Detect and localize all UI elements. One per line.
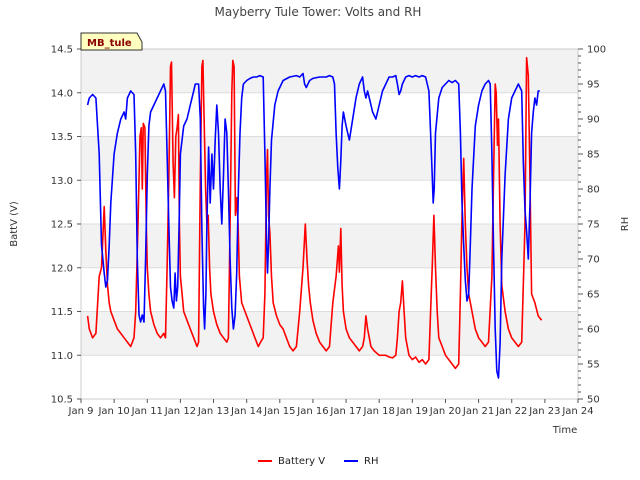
y-left-tick-label: 14.5	[51, 45, 73, 56]
y-right-tick-label: 90	[587, 115, 600, 126]
y-right-tick-label: 80	[587, 185, 600, 196]
y-right-tick-label: 85	[587, 150, 600, 161]
y-left-tick-label: 11.0	[51, 351, 73, 362]
y-right-tick-label: 100	[587, 45, 606, 56]
x-tick-label: Jan 10	[97, 406, 129, 417]
y-left-tick-label: 14.0	[51, 88, 73, 99]
y-axis-left-title: BattV (V)	[9, 201, 20, 247]
x-tick-label: Jan 12	[164, 406, 196, 417]
x-tick-label: Jan 19	[396, 406, 428, 417]
y-left-tick-label: 13.5	[51, 132, 73, 143]
x-tick-label: Jan 14	[230, 406, 262, 417]
legend-label-battery: Battery V	[278, 456, 325, 467]
y-right-tick-label: 70	[587, 255, 600, 266]
x-tick-label: Jan 15	[263, 406, 295, 417]
legend-label-rh: RH	[364, 456, 378, 467]
chart-title: Mayberry Tule Tower: Volts and RH	[215, 5, 422, 19]
x-tick-label: Jan 24	[561, 406, 593, 417]
site-label-box: MB_tule	[80, 32, 143, 51]
x-tick-label: Jan 11	[131, 406, 163, 417]
y-right-tick-label: 60	[587, 325, 600, 336]
plot-band	[81, 311, 578, 356]
x-tick-label: Jan 16	[296, 406, 328, 417]
x-tick-label: Jan 20	[429, 406, 461, 417]
x-tick-label: Jan 21	[462, 406, 494, 417]
site-label: MB_tule	[87, 38, 132, 49]
x-axis-title: Time	[552, 425, 577, 436]
y-left-tick-label: 12.0	[51, 263, 73, 274]
plot-band	[81, 49, 578, 93]
y-right-tick-label: 75	[587, 220, 600, 231]
y-left-tick-label: 13.0	[51, 176, 73, 187]
x-tick-label: Jan 9	[68, 406, 94, 417]
plot-band	[81, 136, 578, 181]
x-tick-label: Jan 18	[363, 406, 395, 417]
y-left-tick-label: 12.5	[51, 220, 73, 231]
y-right-tick-label: 65	[587, 290, 600, 301]
y-right-tick-label: 50	[587, 395, 600, 406]
x-tick-label: Jan 17	[329, 406, 361, 417]
y-right-tick-label: 55	[587, 360, 600, 371]
y-axis-right-title: RH	[620, 217, 631, 231]
x-tick-label: Jan 22	[495, 406, 527, 417]
chart: Jan 9 Jan 10 Jan 11 Jan 12 Jan 13 Jan 14 Jan 1…	[0, 0, 640, 480]
y-left-tick-label: 11.5	[51, 307, 73, 318]
x-tick-label: Jan 23	[528, 406, 560, 417]
x-tick-label: Jan 13	[197, 406, 229, 417]
y-left-tick-label: 10.5	[51, 395, 73, 406]
y-right-tick-label: 95	[587, 80, 600, 91]
